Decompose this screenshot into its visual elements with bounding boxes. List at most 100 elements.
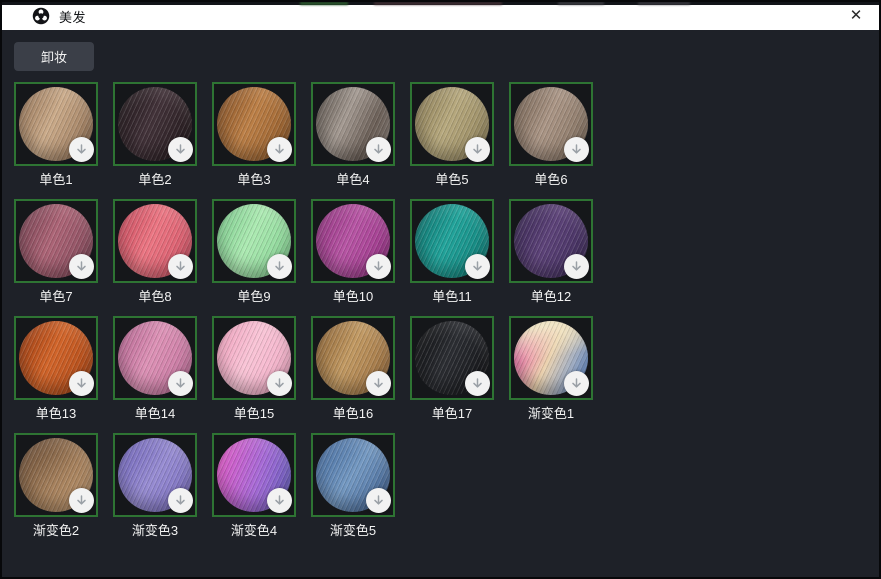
remove-makeup-button[interactable]: 卸妆 bbox=[14, 42, 94, 71]
hair-color-item: 单色4 bbox=[311, 82, 395, 188]
hair-color-item: 单色5 bbox=[410, 82, 494, 188]
hair-color-label: 单色17 bbox=[410, 406, 494, 422]
download-arrow-icon bbox=[570, 377, 583, 390]
download-button[interactable] bbox=[564, 137, 589, 162]
hair-color-tile[interactable] bbox=[14, 433, 98, 517]
download-button[interactable] bbox=[465, 371, 490, 396]
dialog-body: 卸妆 单色1 单色2 bbox=[2, 42, 879, 539]
hair-color-label: 单色12 bbox=[509, 289, 593, 305]
hair-color-tile[interactable] bbox=[410, 82, 494, 166]
hair-color-tile[interactable] bbox=[509, 316, 593, 400]
hair-color-label: 单色5 bbox=[410, 172, 494, 188]
hair-color-item: 单色15 bbox=[212, 316, 296, 422]
hair-color-tile[interactable] bbox=[113, 433, 197, 517]
hair-dialog-window: 美发 ✕ 卸妆 单色1 单色2 bbox=[0, 0, 881, 579]
download-arrow-icon bbox=[174, 377, 187, 390]
download-arrow-icon bbox=[174, 143, 187, 156]
download-arrow-icon bbox=[372, 494, 385, 507]
download-arrow-icon bbox=[75, 260, 88, 273]
hair-style-grid: 单色1 单色2 单色3 bbox=[14, 82, 867, 539]
hair-color-label: 渐变色3 bbox=[113, 523, 197, 539]
download-button[interactable] bbox=[564, 254, 589, 279]
window-title: 美发 bbox=[59, 7, 86, 26]
download-button[interactable] bbox=[267, 488, 292, 513]
hair-color-tile[interactable] bbox=[212, 433, 296, 517]
download-button[interactable] bbox=[366, 137, 391, 162]
hair-color-label: 单色8 bbox=[113, 289, 197, 305]
download-button[interactable] bbox=[366, 488, 391, 513]
hair-color-tile[interactable] bbox=[410, 316, 494, 400]
hair-color-label: 单色16 bbox=[311, 406, 395, 422]
hair-color-label: 单色2 bbox=[113, 172, 197, 188]
background-artifact bbox=[558, 2, 604, 5]
download-arrow-icon bbox=[471, 377, 484, 390]
download-arrow-icon bbox=[471, 143, 484, 156]
download-button[interactable] bbox=[168, 488, 193, 513]
hair-color-label: 渐变色5 bbox=[311, 523, 395, 539]
download-button[interactable] bbox=[168, 371, 193, 396]
hair-color-item: 单色12 bbox=[509, 199, 593, 305]
download-button[interactable] bbox=[168, 137, 193, 162]
hair-color-label: 单色3 bbox=[212, 172, 296, 188]
download-arrow-icon bbox=[570, 260, 583, 273]
hair-color-label: 单色1 bbox=[14, 172, 98, 188]
download-button[interactable] bbox=[564, 371, 589, 396]
download-button[interactable] bbox=[366, 371, 391, 396]
titlebar[interactable]: 美发 ✕ bbox=[2, 2, 879, 30]
download-button[interactable] bbox=[465, 137, 490, 162]
download-button[interactable] bbox=[267, 371, 292, 396]
download-button[interactable] bbox=[465, 254, 490, 279]
hair-color-tile[interactable] bbox=[113, 316, 197, 400]
download-arrow-icon bbox=[471, 260, 484, 273]
hair-color-item: 单色13 bbox=[14, 316, 98, 422]
hair-color-item: 单色14 bbox=[113, 316, 197, 422]
background-artifact bbox=[300, 2, 348, 5]
download-button[interactable] bbox=[69, 371, 94, 396]
download-arrow-icon bbox=[273, 494, 286, 507]
hair-color-label: 渐变色1 bbox=[509, 406, 593, 422]
hair-color-item: 单色17 bbox=[410, 316, 494, 422]
download-arrow-icon bbox=[273, 377, 286, 390]
hair-color-tile[interactable] bbox=[113, 82, 197, 166]
hair-color-tile[interactable] bbox=[509, 82, 593, 166]
hair-color-label: 单色14 bbox=[113, 406, 197, 422]
hair-color-tile[interactable] bbox=[14, 199, 98, 283]
hair-color-item: 单色11 bbox=[410, 199, 494, 305]
hair-color-item: 单色3 bbox=[212, 82, 296, 188]
download-button[interactable] bbox=[267, 254, 292, 279]
download-button[interactable] bbox=[69, 137, 94, 162]
download-arrow-icon bbox=[372, 143, 385, 156]
hair-color-tile[interactable] bbox=[509, 199, 593, 283]
download-button[interactable] bbox=[267, 137, 292, 162]
hair-color-label: 单色15 bbox=[212, 406, 296, 422]
hair-color-tile[interactable] bbox=[14, 316, 98, 400]
hair-color-label: 单色9 bbox=[212, 289, 296, 305]
download-button[interactable] bbox=[69, 488, 94, 513]
download-arrow-icon bbox=[174, 260, 187, 273]
hair-color-item: 渐变色1 bbox=[509, 316, 593, 422]
close-button[interactable]: ✕ bbox=[843, 4, 869, 28]
download-button[interactable] bbox=[69, 254, 94, 279]
hair-color-item: 单色9 bbox=[212, 199, 296, 305]
download-arrow-icon bbox=[273, 143, 286, 156]
hair-color-tile[interactable] bbox=[311, 82, 395, 166]
hair-color-label: 渐变色2 bbox=[14, 523, 98, 539]
download-arrow-icon bbox=[570, 143, 583, 156]
hair-color-tile[interactable] bbox=[212, 199, 296, 283]
hair-color-label: 单色10 bbox=[311, 289, 395, 305]
hair-color-tile[interactable] bbox=[311, 199, 395, 283]
hair-color-tile[interactable] bbox=[311, 316, 395, 400]
hair-color-tile[interactable] bbox=[113, 199, 197, 283]
hair-color-tile[interactable] bbox=[410, 199, 494, 283]
hair-color-tile[interactable] bbox=[212, 316, 296, 400]
hair-color-tile[interactable] bbox=[212, 82, 296, 166]
download-arrow-icon bbox=[75, 143, 88, 156]
download-button[interactable] bbox=[366, 254, 391, 279]
hair-color-label: 单色11 bbox=[410, 289, 494, 305]
background-artifact bbox=[374, 2, 502, 5]
hair-color-tile[interactable] bbox=[14, 82, 98, 166]
download-button[interactable] bbox=[168, 254, 193, 279]
background-window-edge bbox=[2, 2, 879, 5]
hair-color-item: 单色7 bbox=[14, 199, 98, 305]
hair-color-tile[interactable] bbox=[311, 433, 395, 517]
